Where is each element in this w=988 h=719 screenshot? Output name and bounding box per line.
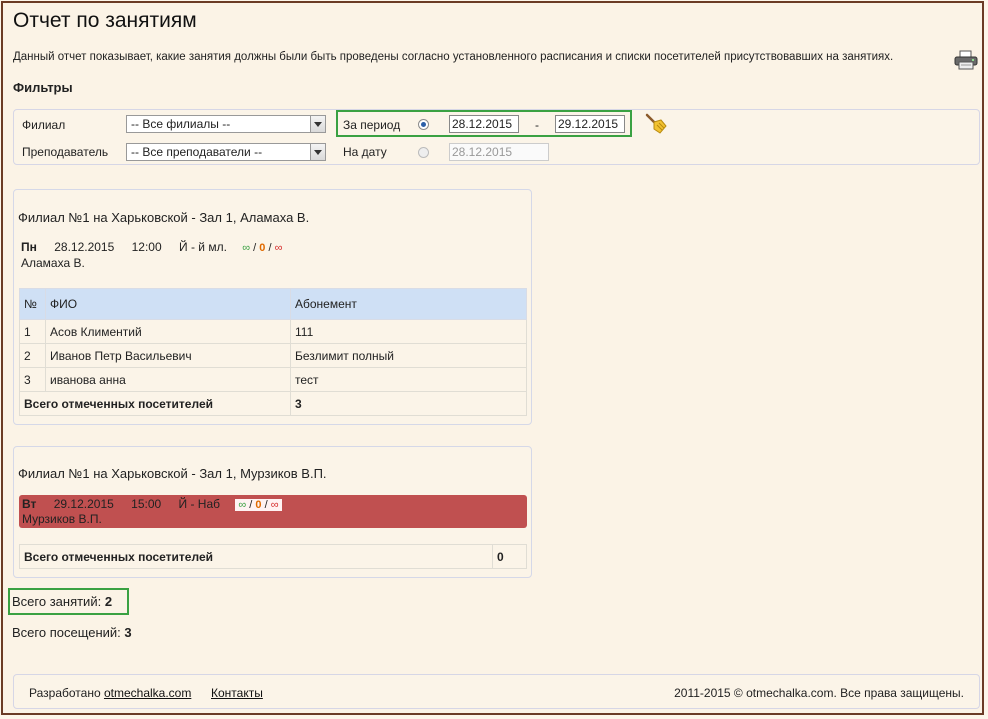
counter-limit: ∞ xyxy=(270,499,279,511)
date-input[interactable]: 28.12.2015 xyxy=(449,143,549,161)
footer-dev-prefix: Разработано xyxy=(29,686,101,700)
dropdown-arrow-icon xyxy=(310,116,325,132)
lesson-day: Пн xyxy=(21,240,37,254)
counter-separator: / xyxy=(249,499,253,511)
row-number: 2 xyxy=(19,343,46,368)
lesson-panel: Филиал №1 на Харьковской - Зал 1, Аламах… xyxy=(13,189,532,425)
lesson-date: 29.12.2015 xyxy=(53,497,114,511)
lesson-panel: Филиал №1 на Харьковской - Зал 1, Мурзик… xyxy=(13,446,532,578)
lesson-title: Филиал №1 на Харьковской - Зал 1, Аламах… xyxy=(18,210,310,225)
period-highlight xyxy=(336,110,632,137)
total-value: 3 xyxy=(290,391,527,416)
lessons-total: Всего занятий: 2 xyxy=(12,594,112,609)
branch-select[interactable]: -- Все филиалы -- xyxy=(126,115,326,133)
counter-separator: / xyxy=(268,242,272,254)
footer-copyright: 2011-2015 © otmechalka.com. Все права за… xyxy=(674,686,964,700)
footer-contacts-link[interactable]: Контакты xyxy=(211,686,263,700)
branch-label: Филиал xyxy=(22,118,66,132)
col-number: № xyxy=(19,288,46,320)
counter-attended: 0 xyxy=(259,242,266,254)
counter-separator: / xyxy=(264,499,268,511)
counter-separator: / xyxy=(253,242,257,254)
counter-planned: ∞ xyxy=(238,499,247,511)
footer: Разработано otmechalka.com Контакты 2011… xyxy=(13,674,980,709)
visits-total-label: Всего посещений: xyxy=(12,625,121,640)
row-number: 1 xyxy=(19,319,46,344)
lesson-day: Вт xyxy=(22,497,37,511)
filters-heading: Фильтры xyxy=(13,80,73,95)
table-header-row: № ФИО Абонемент xyxy=(19,288,527,320)
row-subscription: 111 xyxy=(290,319,527,344)
total-value: 0 xyxy=(492,544,527,569)
lesson-time: 12:00 xyxy=(131,240,162,254)
teacher-label: Преподаватель xyxy=(22,145,109,159)
row-subscription: тест xyxy=(290,367,527,392)
row-number: 3 xyxy=(19,367,46,392)
lesson-title: Филиал №1 на Харьковской - Зал 1, Мурзик… xyxy=(18,466,327,481)
date-label: На дату xyxy=(343,145,387,159)
footer-dev-link[interactable]: otmechalka.com xyxy=(104,686,191,700)
attendees-table: Всего отмеченных посетителей 0 xyxy=(19,544,527,569)
lesson-counters: ∞ / 0 / ∞ xyxy=(235,499,282,511)
lessons-total-value: 2 xyxy=(104,594,113,609)
teacher-select[interactable]: -- Все преподаватели -- xyxy=(126,143,326,161)
row-name: Асов Климентий xyxy=(45,319,291,344)
table-row: 1 Асов Климентий 111 xyxy=(19,319,527,344)
row-subscription: Безлимит полный xyxy=(290,343,527,368)
col-name: ФИО xyxy=(45,288,291,320)
date-radio[interactable] xyxy=(418,147,429,158)
table-row: 3 иванова анна тест xyxy=(19,367,527,392)
total-label: Всего отмеченных посетителей xyxy=(19,544,493,569)
lesson-time: 15:00 xyxy=(131,497,162,511)
counter-attended: 0 xyxy=(255,499,262,511)
table-total-row: Всего отмеченных посетителей 0 xyxy=(19,544,527,569)
printer-icon[interactable] xyxy=(954,50,978,70)
page-title: Отчет по занятиям xyxy=(13,9,197,32)
lesson-group: Й - Наб xyxy=(178,497,221,511)
page-description: Данный отчет показывает, какие занятия д… xyxy=(13,51,894,63)
lesson-date: 28.12.2015 xyxy=(54,240,115,254)
counter-limit: ∞ xyxy=(274,242,283,254)
visits-total-value: 3 xyxy=(124,625,132,640)
lesson-counters: ∞ / 0 / ∞ xyxy=(242,242,282,254)
row-name: иванова анна xyxy=(45,367,291,392)
table-total-row: Всего отмеченных посетителей 3 xyxy=(19,391,527,416)
missed-lesson-bar: Вт 29.12.2015 15:00 Й - Наб ∞ / 0 / ∞ Му… xyxy=(19,495,527,528)
total-label: Всего отмеченных посетителей xyxy=(19,391,291,416)
counter-planned: ∞ xyxy=(242,242,251,254)
visits-total: Всего посещений: 3 xyxy=(12,625,132,640)
lesson-group: Й - й мл. xyxy=(179,240,227,254)
table-row: 2 Иванов Петр Васильевич Безлимит полный xyxy=(19,343,527,368)
footer-developer: Разработано otmechalka.com xyxy=(29,686,191,700)
lesson-teacher: Аламаха В. xyxy=(21,256,85,270)
branch-select-value: -- Все филиалы -- xyxy=(131,117,231,131)
col-subscription: Абонемент xyxy=(290,288,527,320)
lessons-total-label: Всего занятий: xyxy=(12,594,102,609)
lesson-info: Вт 29.12.2015 15:00 Й - Наб ∞ / 0 / ∞ xyxy=(22,497,522,511)
dropdown-arrow-icon xyxy=(310,144,325,160)
report-page: Отчет по занятиям Данный отчет показывае… xyxy=(1,1,984,715)
broom-icon[interactable] xyxy=(645,113,667,135)
row-name: Иванов Петр Васильевич xyxy=(45,343,291,368)
lesson-teacher: Мурзиков В.П. xyxy=(22,512,102,526)
lesson-info: Пн 28.12.2015 12:00 Й - й мл. ∞ / 0 / ∞ xyxy=(21,240,521,254)
teacher-select-value: -- Все преподаватели -- xyxy=(131,145,263,159)
attendees-table: № ФИО Абонемент 1 Асов Климентий 111 2 И… xyxy=(19,288,527,416)
filters-panel: Филиал -- Все филиалы -- Преподаватель -… xyxy=(13,109,980,165)
